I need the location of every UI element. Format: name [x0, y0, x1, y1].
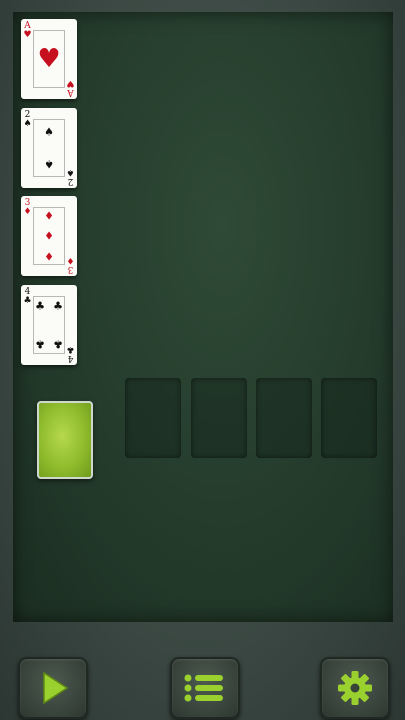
card-corner-top: 2 ♠	[23, 110, 32, 129]
card-corner-top: 4 ♣	[23, 287, 32, 306]
card-corner-top: A ♥	[23, 21, 32, 40]
card-corner-bottom: A ♥	[66, 78, 75, 97]
card-corner-top: 3 ♦	[23, 198, 32, 217]
menu-button[interactable]	[170, 657, 240, 719]
card-two-of-spades[interactable]: 2 ♠ ♠ ♠ 2 ♠	[21, 108, 77, 188]
club-icon: ♣	[53, 337, 63, 351]
card-three-of-diamonds[interactable]: 3 ♦ ♦ ♦ ♦ 3 ♦	[21, 196, 77, 276]
foundation-slot-3[interactable]	[256, 378, 312, 458]
play-button[interactable]	[18, 657, 88, 719]
foundation-slot-1[interactable]	[125, 378, 181, 458]
foundation-slot-4[interactable]	[321, 378, 377, 458]
diamond-icon: ♦	[44, 249, 54, 263]
diamond-icon: ♦	[44, 229, 54, 243]
club-icon: ♣	[53, 299, 63, 313]
menu-list-icon	[184, 674, 223, 702]
club-icon: ♣	[35, 337, 45, 351]
card-ace-of-hearts[interactable]: A ♥ ♥ A ♥	[21, 19, 77, 99]
card-corner-bottom: 4 ♣	[66, 344, 75, 363]
spade-icon: ♠	[44, 125, 54, 139]
stock-pile[interactable]	[37, 401, 93, 479]
gear-icon	[338, 671, 372, 705]
card-four-of-clubs[interactable]: 4 ♣ ♣ ♣ ♣ ♣ 4 ♣	[21, 285, 77, 365]
card-corner-bottom: 3 ♦	[66, 255, 75, 274]
heart-icon: ♥	[37, 44, 61, 74]
diamond-icon: ♦	[44, 209, 54, 223]
card-corner-bottom: 2 ♠	[66, 167, 75, 186]
foundation-slot-2[interactable]	[191, 378, 247, 458]
play-icon	[43, 671, 69, 705]
settings-button[interactable]	[320, 657, 390, 719]
spade-icon: ♠	[44, 157, 54, 171]
club-icon: ♣	[35, 299, 45, 313]
